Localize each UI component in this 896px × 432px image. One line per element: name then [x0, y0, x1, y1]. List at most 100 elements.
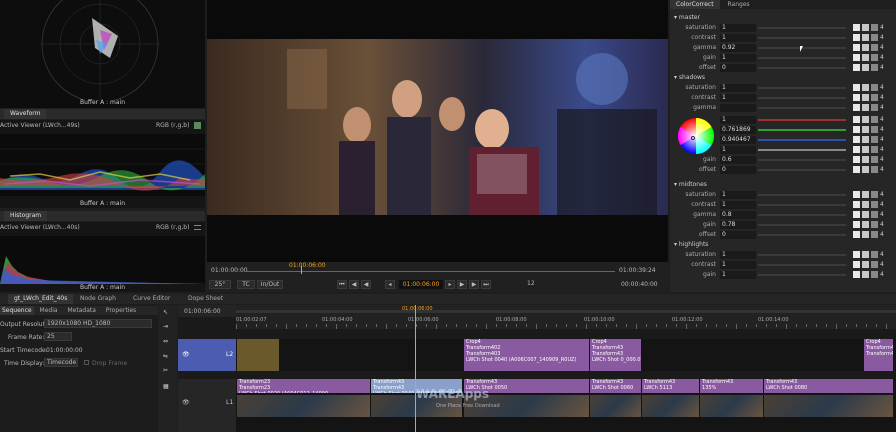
animation-icon[interactable]: [871, 156, 878, 163]
tab-media[interactable]: Media: [36, 306, 62, 315]
animation-icon[interactable]: [871, 34, 878, 41]
channel-picker-icon[interactable]: [853, 116, 860, 123]
cc-row-value[interactable]: 0.92: [720, 44, 756, 52]
rewind-start-icon[interactable]: ⏮: [337, 280, 347, 289]
channel-picker-icon[interactable]: [853, 104, 860, 111]
animation-icon[interactable]: [871, 166, 878, 173]
channel-picker-icon[interactable]: [853, 156, 860, 163]
cc-row-value[interactable]: 1: [720, 94, 756, 102]
cc-row-value[interactable]: 1: [720, 24, 756, 32]
cc-row-value[interactable]: 0: [720, 64, 756, 72]
animation-icon[interactable]: [871, 44, 878, 51]
color-swatch-icon[interactable]: [862, 136, 869, 143]
cc-row-value[interactable]: 0.6: [720, 156, 756, 164]
histogram-tab[interactable]: Histogram: [4, 211, 48, 221]
v1-clip[interactable]: Transform23 Transform23 LWCh Shot 0020 (…: [237, 379, 370, 393]
section-header-highlights[interactable]: ▾ highlights: [674, 241, 708, 249]
tab-properties[interactable]: Properties: [102, 306, 140, 315]
animation-icon[interactable]: [871, 191, 878, 198]
cc-row-value[interactable]: 1: [720, 261, 756, 269]
channel-picker-icon[interactable]: [853, 126, 860, 133]
color-wheel[interactable]: [676, 116, 716, 156]
razor-tool-icon[interactable]: ✂: [163, 367, 168, 374]
color-swatch-icon[interactable]: [862, 54, 869, 61]
section-header-shadows[interactable]: ▾ shadows: [674, 74, 705, 82]
channel-picker-icon[interactable]: [853, 94, 860, 101]
channel-count[interactable]: 4: [880, 201, 884, 209]
channel-count[interactable]: 4: [880, 34, 884, 42]
v1-clip[interactable]: Transform43 LWCh Shot 0080: [764, 379, 893, 393]
channel-picker-icon[interactable]: [853, 221, 860, 228]
cc-row-value[interactable]: 1: [720, 201, 756, 209]
color-swatch-icon[interactable]: [862, 231, 869, 238]
tab-node-graph[interactable]: Node Graph: [74, 294, 122, 304]
tab-sequence-editor[interactable]: gt_LWch_Edit_40s: [8, 294, 74, 304]
channel-count[interactable]: 4: [880, 64, 884, 72]
cc-row-value[interactable]: 0.761869: [720, 126, 756, 134]
select-tool-icon[interactable]: ↖: [163, 309, 168, 316]
channel-count[interactable]: 4: [880, 221, 884, 229]
color-swatch-icon[interactable]: [862, 146, 869, 153]
channel-picker-icon[interactable]: [853, 34, 860, 41]
channel-picker-icon[interactable]: [853, 44, 860, 51]
animation-icon[interactable]: [871, 54, 878, 61]
histogram-mode-select[interactable]: RGB (r,g,b): [156, 224, 189, 231]
cc-row-value[interactable]: [720, 104, 756, 112]
output-resolution-select[interactable]: 1920x1080 HD_1080: [44, 319, 152, 328]
channel-picker-icon[interactable]: [853, 211, 860, 218]
time-display-select[interactable]: Timecode: [44, 358, 78, 367]
cc-row-slider[interactable]: [758, 194, 846, 196]
animation-icon[interactable]: [871, 201, 878, 208]
start-timecode-input[interactable]: 01:00:00:00: [46, 347, 83, 354]
color-swatch-icon[interactable]: [862, 64, 869, 71]
color-swatch-icon[interactable]: [862, 261, 869, 268]
cc-row-slider[interactable]: [758, 264, 846, 266]
channel-picker-icon[interactable]: [853, 191, 860, 198]
cc-row-value[interactable]: 1: [720, 54, 756, 62]
channel-picker-icon[interactable]: [853, 64, 860, 71]
channel-count[interactable]: 4: [880, 104, 884, 112]
animation-icon[interactable]: [871, 251, 878, 258]
cc-row-slider[interactable]: [758, 87, 846, 89]
animation-icon[interactable]: [871, 94, 878, 101]
channel-picker-icon[interactable]: [853, 54, 860, 61]
channel-count[interactable]: 4: [880, 94, 884, 102]
viewer-image[interactable]: [207, 39, 668, 215]
cc-row-value[interactable]: 0.78: [720, 221, 756, 229]
channel-count[interactable]: 4: [880, 84, 884, 92]
channel-count[interactable]: 4: [880, 126, 884, 134]
channel-picker-icon[interactable]: [853, 231, 860, 238]
animation-icon[interactable]: [871, 136, 878, 143]
channel-count[interactable]: 4: [880, 116, 884, 124]
viewer-zoom-select[interactable]: 25°: [209, 280, 231, 289]
slip-tool-icon[interactable]: ⇋: [163, 353, 168, 360]
channel-picker-icon[interactable]: [853, 271, 860, 278]
frame-rate-select[interactable]: 25: [44, 332, 72, 341]
channel-count[interactable]: 4: [880, 136, 884, 144]
channel-picker-icon[interactable]: [853, 251, 860, 258]
cc-row-value[interactable]: 1: [720, 84, 756, 92]
color-swatch-icon[interactable]: [862, 44, 869, 51]
multi-tool-icon[interactable]: ▦: [163, 383, 169, 390]
drop-frame-checkbox[interactable]: [84, 360, 89, 365]
color-swatch-icon[interactable]: [862, 24, 869, 31]
v1-clip[interactable]: Transform43 LWCh Shot 0060: [590, 379, 641, 393]
tab-curve-editor[interactable]: Curve Editor: [127, 294, 176, 304]
cc-row-slider[interactable]: [758, 234, 846, 236]
animation-icon[interactable]: [871, 231, 878, 238]
waveform-mode-select[interactable]: RGB (r,g,b): [156, 122, 189, 129]
channel-picker-icon[interactable]: [853, 166, 860, 173]
channel-count[interactable]: 4: [880, 211, 884, 219]
section-header-midtones[interactable]: ▾ midtones: [674, 181, 707, 189]
cc-row-slider[interactable]: [758, 129, 846, 131]
waveform-parade-icon[interactable]: [194, 122, 201, 129]
cc-row-value[interactable]: 0.940467: [720, 136, 756, 144]
play-icon[interactable]: ▶: [457, 280, 467, 289]
move-tool-icon[interactable]: ⇥: [163, 323, 168, 330]
step-back-icon[interactable]: ◀: [349, 280, 359, 289]
play-reverse-icon[interactable]: ◀: [361, 280, 371, 289]
animation-icon[interactable]: [871, 104, 878, 111]
cc-row-slider[interactable]: [758, 107, 846, 109]
cc-row-slider[interactable]: [758, 159, 846, 161]
cc-row-value[interactable]: 1: [720, 116, 756, 124]
